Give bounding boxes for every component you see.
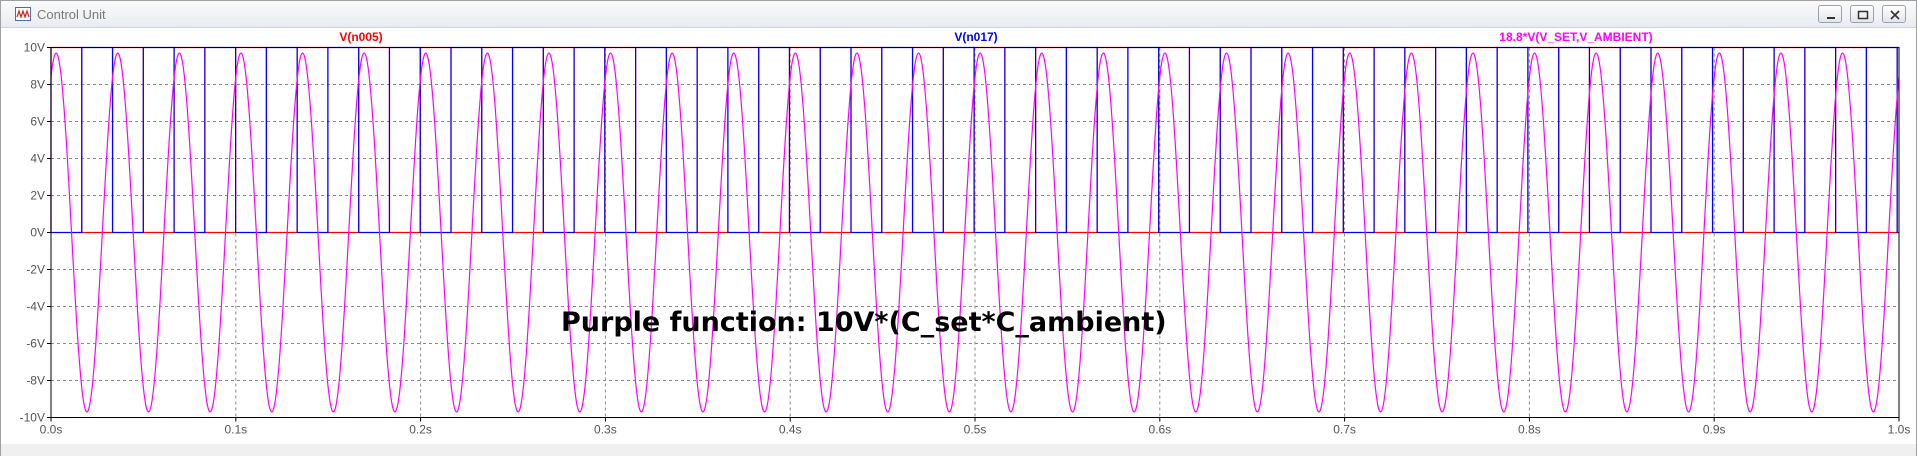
y-tick-label: 2V	[30, 189, 45, 203]
legend-label-1[interactable]: V(n005)	[339, 30, 382, 44]
x-tick-label: 0.4s	[779, 423, 802, 437]
y-tick-label: -2V	[26, 263, 45, 277]
x-tick-label: 0.2s	[409, 423, 432, 437]
x-tick-label: 0.9s	[1703, 423, 1726, 437]
x-tick-label: 0.6s	[1148, 423, 1171, 437]
y-tick-label: -4V	[26, 300, 45, 314]
x-tick-label: 0.7s	[1333, 423, 1356, 437]
legend-label-2[interactable]: V(n017)	[954, 30, 997, 44]
maximize-button[interactable]	[1850, 5, 1874, 23]
x-tick-label: 0.1s	[224, 423, 247, 437]
close-button[interactable]	[1882, 5, 1906, 23]
plot-annotation: Purple function: 10V*(C_set*C_ambient)	[561, 307, 1167, 338]
minimize-icon	[1827, 17, 1835, 19]
plot-background	[1, 28, 1916, 444]
y-tick-label: -6V	[26, 337, 45, 351]
maximize-icon	[1857, 10, 1869, 20]
legend-label-3[interactable]: 18.8*V(V_SET,V_AMBIENT)	[1499, 30, 1652, 44]
waveform-plot-area[interactable]: 10V 8V 6V 4V 2V 0V -2V -4V -6V -8V -10V 0.0s 0.1s 0.2…	[1, 28, 1916, 444]
window-title: Control Unit	[37, 7, 106, 22]
x-tick-label: 0.5s	[964, 423, 987, 437]
y-tick-label: 10V	[24, 41, 45, 55]
close-icon	[1890, 10, 1900, 20]
y-tick-label: 4V	[30, 152, 45, 166]
waveform-chart[interactable]: 10V8V6V4V2V0V-2V-4V-6V-8V-10V0.0s 0.1s 0.2…	[1, 28, 1916, 444]
x-tick-label: 0.0s	[40, 423, 63, 437]
x-tick-label: 1.0s	[1888, 423, 1911, 437]
x-tick-label: 0.8s	[1518, 423, 1541, 437]
y-tick-label: 6V	[30, 115, 45, 129]
title-bar[interactable]: Control Unit	[1, 1, 1916, 28]
y-tick-label: -8V	[26, 374, 45, 388]
status-strip	[1, 444, 1916, 456]
x-tick-label: 0.3s	[594, 423, 617, 437]
y-tick-label: 8V	[30, 78, 45, 92]
waveform-app-icon	[15, 7, 31, 21]
app-window: Control Unit 10V 8V 6V 4V 2V 0V -2V -4V -6V -8V -1…	[0, 0, 1917, 456]
minimize-button[interactable]	[1818, 5, 1842, 23]
y-tick-label: 0V	[30, 226, 45, 240]
